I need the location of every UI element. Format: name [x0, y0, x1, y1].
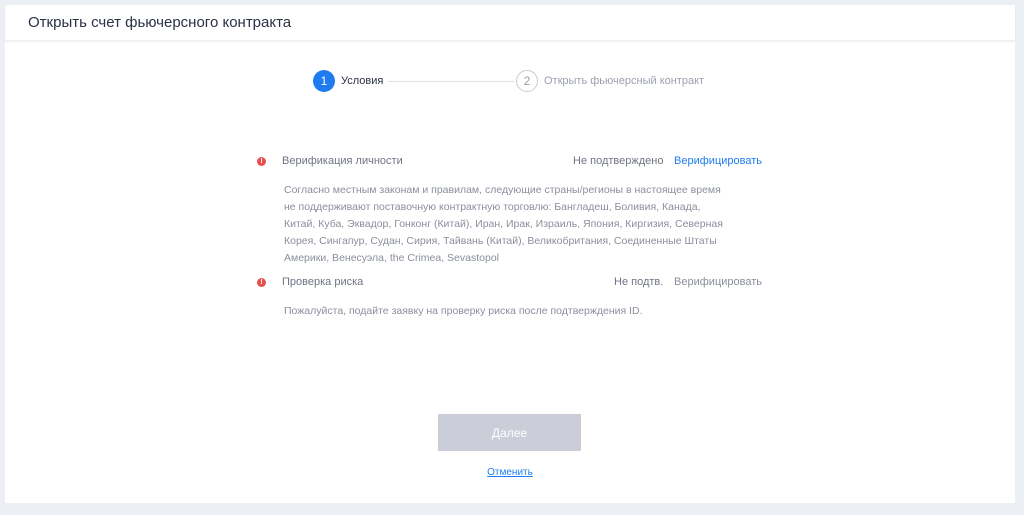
- identity-verification-row: ! Верификация личности Не подтверждено В…: [257, 155, 762, 171]
- warning-icon: !: [257, 157, 266, 166]
- page-title: Открыть счет фьючерсного контракта: [28, 14, 292, 31]
- step-number: 2: [516, 70, 538, 92]
- header: Открыть счет фьючерсного контракта: [5, 5, 1015, 41]
- step-number: 1: [313, 70, 335, 92]
- page: Открыть счет фьючерсного контракта 1 Усл…: [5, 5, 1015, 503]
- identity-verify-link[interactable]: Верифицировать: [674, 155, 762, 167]
- risk-check-text: Пожалуйста, подайте заявку на проверку р…: [284, 305, 643, 317]
- restricted-regions-text: Согласно местным законам и правилам, сле…: [284, 184, 723, 264]
- step-label: Открыть фьючерсный контракт: [544, 75, 705, 87]
- cancel-link[interactable]: Отменить: [5, 467, 1015, 478]
- stepper: 1 Условия 2 Открыть фьючерсный контракт: [313, 70, 723, 94]
- risk-check-section: ! Проверка риска Не подтв. Верифицироват…: [257, 276, 762, 320]
- risk-verify-link[interactable]: Верифицировать: [674, 276, 762, 288]
- step-label: Условия: [341, 75, 384, 87]
- risk-check-row: ! Проверка риска Не подтв. Верифицироват…: [257, 276, 762, 292]
- risk-check-title: Проверка риска: [282, 276, 364, 288]
- step-open-contract: 2 Открыть фьючерсный контракт: [516, 70, 704, 92]
- step-conditions: 1 Условия: [313, 70, 383, 92]
- risk-check-status: Не подтв.: [614, 276, 664, 288]
- stepper-connector: [388, 81, 514, 82]
- warning-icon: !: [257, 278, 266, 287]
- identity-verification-status: Не подтверждено: [573, 155, 664, 167]
- identity-verification-section: ! Верификация личности Не подтверждено В…: [257, 155, 762, 267]
- next-button[interactable]: Далее: [438, 414, 581, 451]
- identity-verification-title: Верификация личности: [282, 155, 403, 167]
